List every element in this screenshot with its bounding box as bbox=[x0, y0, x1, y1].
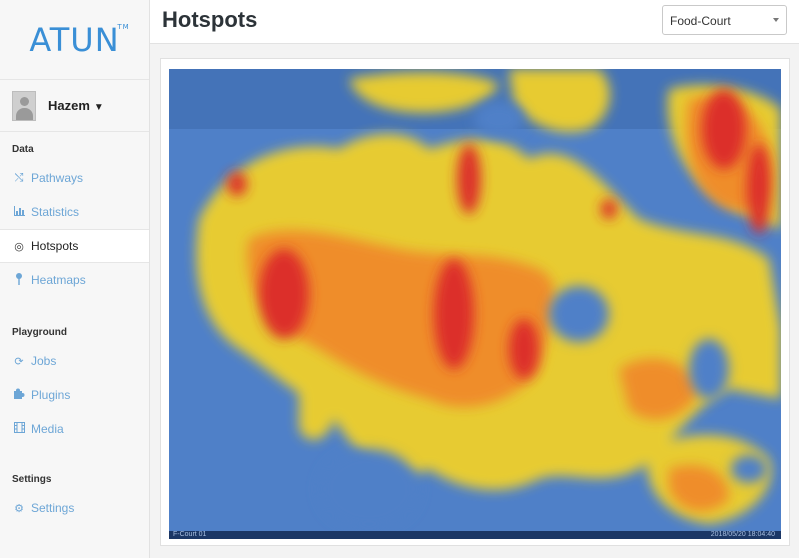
sidebar-item-label: Settings bbox=[31, 501, 75, 515]
app-logo[interactable]: ATUN TM bbox=[29, 20, 128, 59]
hotspot-heatmap-image: F-Court 01 2018/05/20 18:04:40 bbox=[169, 69, 781, 539]
user-name-text: Hazem bbox=[48, 98, 90, 113]
camera-info-bar bbox=[169, 531, 781, 539]
logo-tm: TM bbox=[117, 22, 130, 31]
page-title: Hotspots bbox=[162, 7, 258, 32]
target-icon: ◎ bbox=[14, 240, 24, 253]
sidebar-item-media[interactable]: Media bbox=[0, 412, 149, 446]
gear-icon: ⚙ bbox=[14, 502, 24, 515]
sidebar-item-label: Pathways bbox=[31, 171, 84, 185]
refresh-icon: ⟳ bbox=[14, 355, 24, 368]
puzzle-icon bbox=[12, 388, 26, 402]
sidebar-item-label: Hotspots bbox=[31, 239, 79, 253]
hotspot-panel: F-Court 01 2018/05/20 18:04:40 bbox=[160, 58, 790, 546]
caret-down-icon bbox=[773, 18, 779, 22]
chevron-down-icon: ▼ bbox=[93, 102, 104, 113]
sidebar-item-label: Statistics bbox=[31, 205, 80, 219]
heatmap-overlay bbox=[169, 69, 781, 539]
location-select[interactable]: Food-Court bbox=[662, 5, 787, 35]
avatar bbox=[12, 90, 36, 121]
user-menu[interactable]: Hazem ▼ bbox=[0, 80, 149, 132]
sidebar-item-label: Media bbox=[31, 422, 64, 436]
logo-area: ATUN TM bbox=[0, 0, 149, 80]
camera-timestamp-label: 2018/05/20 18:04:40 bbox=[710, 531, 775, 538]
sidebar-item-heatmaps[interactable]: Heatmaps bbox=[0, 263, 149, 297]
camera-name-label: F-Court 01 bbox=[173, 531, 207, 538]
section-label-playground: Playground bbox=[12, 327, 68, 338]
sidebar-item-plugins[interactable]: Plugins bbox=[0, 378, 149, 412]
logo-text: ATUN bbox=[29, 20, 120, 59]
sidebar-item-label: Plugins bbox=[31, 388, 71, 402]
sidebar-item-settings[interactable]: ⚙ Settings bbox=[0, 491, 149, 525]
bar-chart-icon bbox=[12, 205, 26, 219]
sidebar-item-pathways[interactable]: ⤭ Pathways bbox=[0, 161, 149, 195]
sidebar-item-label: Jobs bbox=[31, 354, 57, 368]
sidebar: ATUN TM Hazem ▼ Data ⤭ Pathways Statistic… bbox=[0, 0, 150, 558]
section-label-settings: Settings bbox=[12, 474, 52, 485]
sidebar-item-jobs[interactable]: ⟳ Jobs bbox=[0, 344, 149, 378]
user-name[interactable]: Hazem ▼ bbox=[48, 98, 104, 113]
sidebar-item-hotspots[interactable]: ◎ Hotspots bbox=[0, 229, 149, 263]
location-select-value: Food-Court bbox=[670, 14, 731, 28]
section-label-data: Data bbox=[12, 144, 34, 155]
sidebar-item-statistics[interactable]: Statistics bbox=[0, 195, 149, 229]
page-header: Hotspots Food-Court bbox=[150, 0, 799, 44]
film-icon bbox=[12, 422, 26, 436]
sidebar-item-label: Heatmaps bbox=[31, 273, 86, 287]
pin-icon bbox=[12, 272, 26, 288]
shuffle-icon: ⤭ bbox=[14, 171, 24, 184]
